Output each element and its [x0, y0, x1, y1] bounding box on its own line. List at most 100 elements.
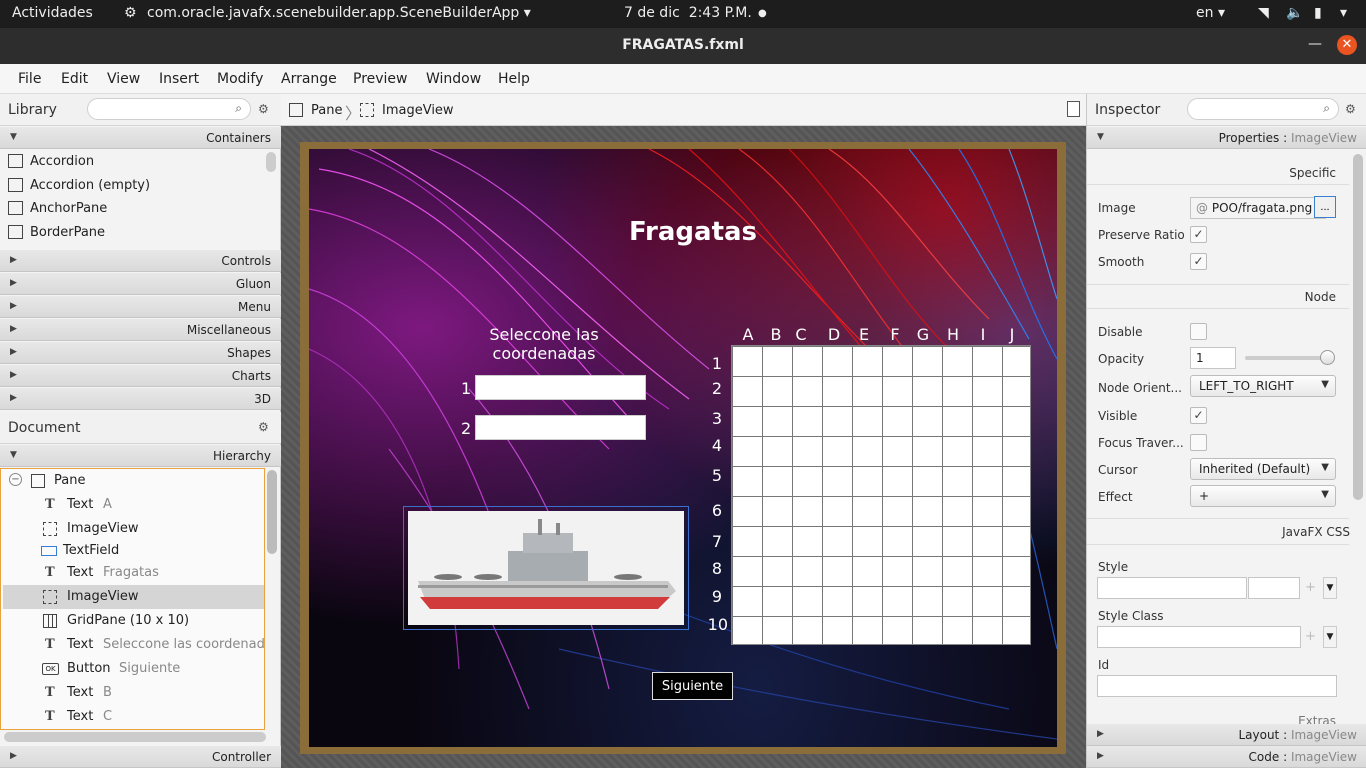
inspector-gear-icon[interactable]: ⚙	[1345, 102, 1356, 116]
battery-icon[interactable]: ▮	[1314, 5, 1322, 21]
anchorpane-icon	[8, 201, 23, 215]
chevron-down-icon[interactable]: ▼	[1323, 577, 1337, 599]
node-orientation-label: Node Orient...	[1098, 381, 1182, 395]
document-section-controller[interactable]: ▶ Controller	[0, 746, 281, 768]
menu-file[interactable]: File	[18, 71, 41, 87]
library-item-borderpane[interactable]: BorderPane	[0, 221, 264, 245]
image-path-field[interactable]: POO/fragata.png	[1212, 201, 1312, 215]
node-orientation-select[interactable]: LEFT_TO_RIGHT ▼	[1190, 375, 1336, 397]
expanded-arrow-icon: ▼	[10, 132, 17, 142]
properties-section[interactable]: ▼ Properties : ImageView	[1087, 127, 1366, 149]
menu-edit[interactable]: Edit	[61, 71, 88, 87]
document-gear-icon[interactable]: ⚙	[258, 420, 269, 434]
activities-button[interactable]: Actividades	[12, 5, 93, 21]
menu-preview[interactable]: Preview	[353, 71, 408, 87]
hierarchy-item-text-seleccone[interactable]: T Text Seleccone las coordenad	[3, 633, 264, 657]
library-item-accordion-empty[interactable]: Accordion (empty)	[0, 174, 264, 198]
opacity-field[interactable]: 1	[1190, 347, 1236, 369]
library-scrollbar[interactable]	[266, 152, 276, 172]
breadcrumb-imageview[interactable]: ImageView	[382, 103, 454, 118]
document-section-hierarchy[interactable]: ▼ Hierarchy	[0, 445, 281, 467]
smooth-checkbox[interactable]: ✓	[1190, 253, 1207, 270]
library-section-shapes[interactable]: ▶ Shapes	[0, 342, 281, 364]
code-section[interactable]: ▶ Code : ImageView	[1087, 746, 1366, 768]
app-menu[interactable]: com.oracle.javafx.scenebuilder.app.Scene…	[147, 5, 531, 21]
hierarchy-item-type: GridPane (10 x 10)	[67, 613, 190, 628]
preserve-ratio-checkbox[interactable]: ✓	[1190, 226, 1207, 243]
inspector-scrollbar[interactable]	[1353, 154, 1363, 500]
image-browse-button[interactable]: ...	[1314, 196, 1336, 218]
hierarchy-item-text-fragatas[interactable]: T Text Fragatas	[3, 561, 264, 585]
opacity-slider-track[interactable]	[1245, 356, 1329, 360]
volume-icon[interactable]: 🔈	[1286, 5, 1303, 21]
hierarchy-item-imageview-selected[interactable]: ImageView	[3, 585, 264, 609]
style-class-label: Style Class	[1098, 609, 1164, 623]
opacity-slider-thumb[interactable]	[1320, 350, 1335, 365]
style-property-field[interactable]	[1097, 577, 1247, 599]
hierarchy-item-text-c[interactable]: T Text C	[3, 705, 264, 729]
column-label: F	[890, 325, 900, 344]
style-class-field[interactable]	[1097, 626, 1301, 648]
library-section-gluon[interactable]: ▶ Gluon	[0, 273, 281, 295]
collapsed-arrow-icon: ▶	[1097, 751, 1104, 761]
document-icon[interactable]	[1067, 101, 1080, 117]
wifi-icon[interactable]: ◥	[1258, 5, 1269, 21]
select-value: +	[1199, 489, 1210, 503]
id-field[interactable]	[1097, 675, 1337, 697]
library-section-miscellaneous[interactable]: ▶ Miscellaneous	[0, 319, 281, 341]
hierarchy-item-text-b[interactable]: T Text B	[3, 681, 264, 705]
pane-icon	[289, 103, 303, 117]
library-item-accordion[interactable]: Accordion	[0, 150, 264, 174]
clock[interactable]: 7 de dic 2:43 P.M.	[624, 5, 752, 21]
breadcrumb-pane[interactable]: Pane	[311, 103, 342, 118]
add-style-icon[interactable]: +	[1305, 580, 1316, 595]
hierarchy-hscrollbar[interactable]	[4, 732, 266, 742]
library-section-3d[interactable]: ▶ 3D	[0, 388, 281, 410]
chevron-down-icon[interactable]: ▼	[1323, 626, 1337, 648]
menu-modify[interactable]: Modify	[217, 71, 263, 87]
effect-select[interactable]: + ▼	[1190, 485, 1336, 507]
hierarchy-item-button[interactable]: OK Button Siguiente	[3, 657, 264, 681]
siguiente-button[interactable]: Siguiente	[652, 672, 733, 700]
library-section-charts[interactable]: ▶ Charts	[0, 365, 281, 387]
library-section-menu[interactable]: ▶ Menu	[0, 296, 281, 318]
inspector-search-input[interactable]: ⌕	[1187, 98, 1339, 120]
menu-arrange[interactable]: Arrange	[281, 71, 337, 87]
id-label: Id	[1098, 658, 1110, 672]
minimize-icon[interactable]: —	[1308, 36, 1322, 52]
visible-checkbox[interactable]: ✓	[1190, 407, 1207, 424]
library-gear-icon[interactable]: ⚙	[258, 102, 269, 116]
menu-insert[interactable]: Insert	[159, 71, 199, 87]
menu-window[interactable]: Window	[426, 71, 481, 87]
style-value-field[interactable]	[1248, 577, 1300, 599]
library-search-input[interactable]: ⌕	[87, 98, 251, 120]
collapse-toggle-icon[interactable]: −	[9, 473, 22, 486]
menu-help[interactable]: Help	[498, 71, 530, 87]
system-menu-chevron-icon[interactable]: ▾	[1340, 5, 1347, 21]
library-section-controls[interactable]: ▶ Controls	[0, 250, 281, 272]
hierarchy-item-gridpane[interactable]: GridPane (10 x 10)	[3, 609, 264, 633]
close-icon[interactable]: ✕	[1337, 35, 1357, 55]
disable-checkbox[interactable]	[1190, 323, 1207, 340]
add-style-class-icon[interactable]: +	[1305, 629, 1316, 644]
coordinate-input-1[interactable]	[475, 375, 646, 400]
cursor-select[interactable]: Inherited (Default) ▼	[1190, 458, 1336, 480]
language-indicator[interactable]: en ▾	[1196, 5, 1225, 21]
menu-view[interactable]: View	[107, 71, 140, 87]
hierarchy-item-text-a[interactable]: T Text A	[3, 493, 264, 517]
board-gridpane[interactable]	[731, 345, 1031, 645]
coordinate-input-2[interactable]	[475, 415, 646, 440]
library-item-anchorpane[interactable]: AnchorPane	[0, 197, 264, 221]
layout-section[interactable]: ▶ Layout : ImageView	[1087, 724, 1366, 746]
button-node-icon: OK	[42, 663, 59, 675]
library-header: Library ⌕ ⚙	[0, 94, 281, 126]
chevron-down-icon: ▼	[1321, 379, 1329, 390]
search-icon: ⌕	[1323, 101, 1330, 115]
focus-traversable-checkbox[interactable]	[1190, 434, 1207, 451]
library-section-containers[interactable]: ▼ Containers	[0, 127, 281, 149]
hierarchy-item-pane[interactable]: − Pane	[3, 469, 264, 493]
hierarchy-item-textfield[interactable]: TextField	[3, 539, 264, 563]
hierarchy-scrollbar[interactable]	[267, 470, 277, 554]
hierarchy-item-imageview-1[interactable]: ImageView	[3, 517, 264, 541]
imageview-icon	[360, 103, 374, 117]
